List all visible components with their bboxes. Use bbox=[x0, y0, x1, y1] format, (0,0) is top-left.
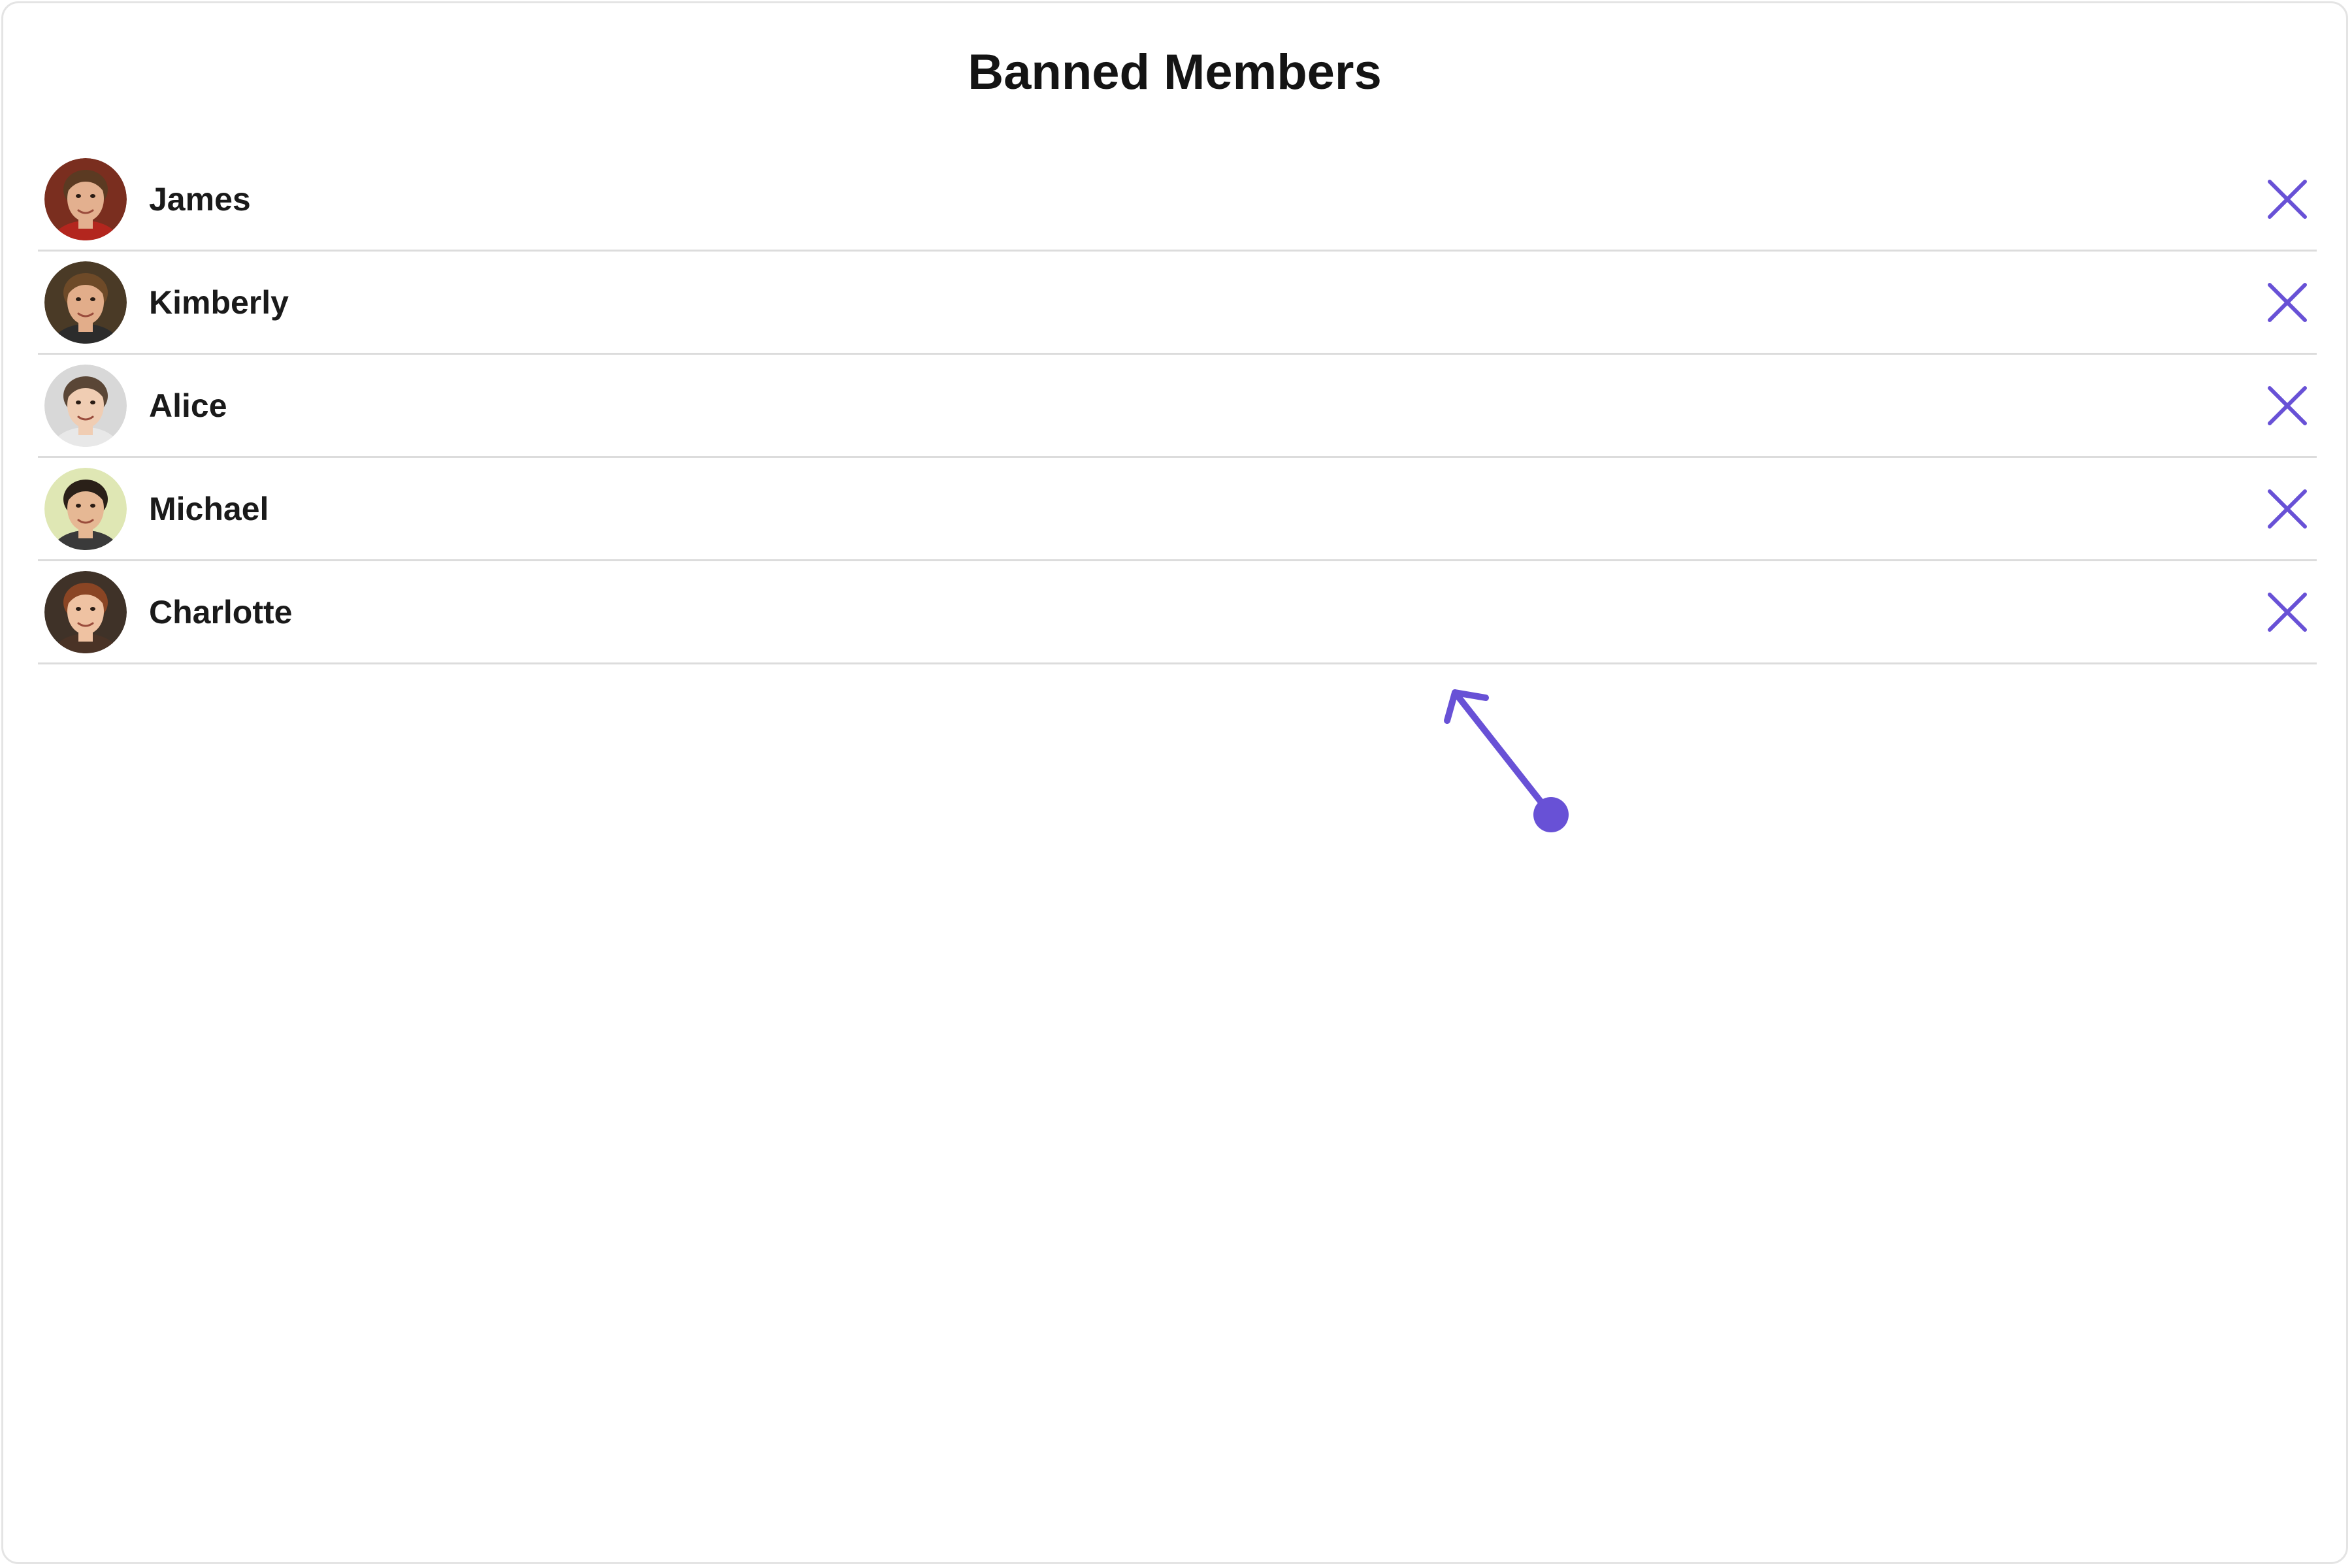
banned-member-list: James Kimberly Alice Michael Charlotte bbox=[38, 148, 2317, 664]
member-name: Alice bbox=[149, 387, 227, 424]
avatar-portrait bbox=[44, 261, 127, 344]
gesture-arrow-icon bbox=[1428, 679, 1584, 843]
page-title: Banned Members bbox=[968, 44, 1382, 100]
member-name: Michael bbox=[149, 490, 269, 527]
gesture-arrow-shaft bbox=[1452, 689, 1554, 818]
close-icon bbox=[2268, 385, 2307, 425]
avatar bbox=[44, 364, 127, 447]
close-icon bbox=[2268, 592, 2307, 632]
list-item[interactable]: Charlotte bbox=[38, 561, 2317, 664]
avatar-portrait bbox=[44, 570, 127, 653]
list-item[interactable]: Alice bbox=[38, 355, 2317, 458]
member-name: Charlotte bbox=[149, 593, 293, 630]
avatar bbox=[44, 467, 127, 550]
gesture-arrow-head bbox=[1444, 689, 1489, 724]
member-name: James bbox=[149, 180, 251, 218]
list-item[interactable]: Michael bbox=[38, 458, 2317, 561]
avatar-portrait bbox=[44, 364, 127, 447]
avatar-portrait bbox=[44, 467, 127, 550]
banned-members-panel: Banned Members James Kimberly Alice Mich… bbox=[1, 1, 2348, 1564]
close-icon bbox=[2268, 179, 2307, 219]
list-item[interactable]: James bbox=[38, 148, 2317, 252]
unban-button[interactable] bbox=[2264, 383, 2310, 429]
gesture-arrow-graphic bbox=[1444, 689, 1569, 832]
unban-button[interactable] bbox=[2264, 176, 2310, 222]
gesture-touch-point bbox=[1533, 797, 1569, 832]
member-name: Kimberly bbox=[149, 284, 289, 321]
close-icon bbox=[2268, 282, 2307, 322]
unban-button[interactable] bbox=[2264, 486, 2310, 532]
avatar-portrait bbox=[44, 157, 127, 240]
list-item[interactable]: Kimberly bbox=[38, 252, 2317, 355]
avatar bbox=[44, 157, 127, 240]
unban-button[interactable] bbox=[2264, 280, 2310, 325]
avatar bbox=[44, 261, 127, 344]
close-icon bbox=[2268, 489, 2307, 529]
avatar bbox=[44, 570, 127, 653]
unban-button[interactable] bbox=[2264, 589, 2310, 635]
